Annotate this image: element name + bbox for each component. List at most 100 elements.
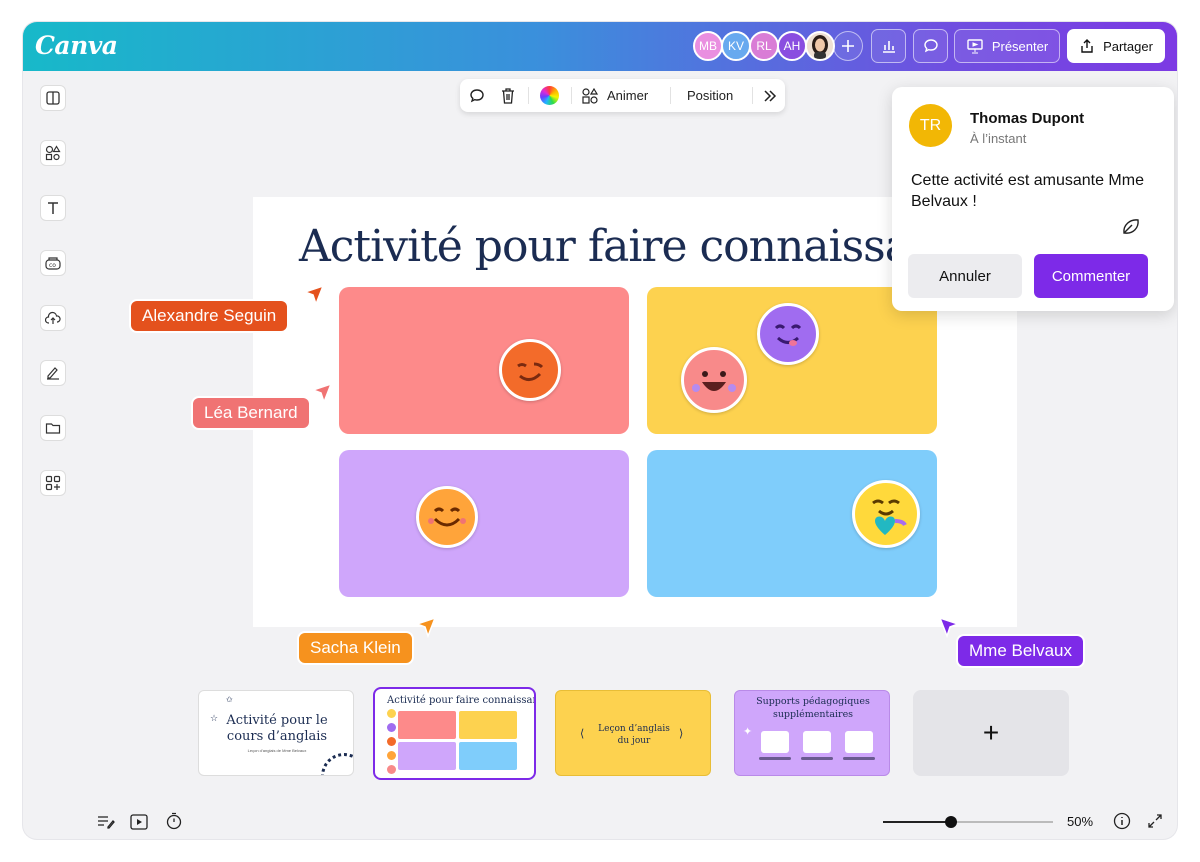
belvaux-cursor-icon [938,616,960,638]
share-icon [1081,39,1093,53]
info-icon[interactable] [1113,812,1131,830]
lea-cursor-icon [311,382,333,404]
present-icon [967,39,983,54]
bar-chart-icon [882,41,895,53]
text-lines [843,757,875,760]
mini-emoji [387,751,396,760]
color-picker-button[interactable] [540,79,559,112]
draw-icon[interactable] [40,360,66,386]
text-icon[interactable] [40,195,66,221]
wave-decoration [321,753,353,775]
person-photo-icon [807,33,833,59]
slide-title[interactable]: Activité pour faire connaissance [299,221,987,272]
winking-face-sticker[interactable] [499,339,561,401]
sparkle-decoration-icon: ✦ [743,726,753,738]
collaborator-avatar[interactable]: MB [693,31,723,61]
position-button[interactable]: Position [687,79,733,112]
thumbnail-subtitle: Leçon d’anglais de Mme Belvaux [247,748,307,753]
happy-face-sticker[interactable] [681,347,747,413]
page-thumbnail-4[interactable]: Supports pédagogiques supplémentaires ✦ [734,690,890,776]
add-collaborator-button[interactable] [833,31,863,61]
grinning-face-sticker[interactable] [416,486,478,548]
svg-text:co: co [49,262,56,269]
thumbnail-title: Leçon d’anglais du jour [598,724,670,746]
thumbnail-title: Activité pour le cours d’anglais [226,713,328,744]
share-button[interactable]: Partager [1067,29,1165,63]
comments-button[interactable] [913,29,948,63]
timer-icon[interactable] [165,812,183,830]
collaborator-avatar[interactable]: RL [749,31,779,61]
mini-card [398,711,456,739]
thumbnail-title: Activité pour faire connaissance [387,695,536,706]
elements-icon[interactable] [40,140,66,166]
card-blue[interactable] [647,450,937,597]
play-icon[interactable] [130,814,148,830]
top-bar: Canva MB KV RL AH Présenter Partager [23,22,1177,71]
chevron-double-right-icon [764,89,777,102]
present-button[interactable]: Présenter [954,29,1060,63]
fullscreen-icon[interactable] [1147,813,1163,829]
resource-tile [803,731,831,753]
notes-icon[interactable] [97,814,115,830]
text-lines [801,757,833,760]
cursor-label-alexandre: Alexandre Seguin [131,301,288,331]
heart-hug-sticker[interactable] [852,480,920,548]
brand-icon[interactable]: co [40,250,66,276]
delete-button[interactable] [500,79,516,112]
comment-popup: TR Thomas Dupont À l’instant Cette activ… [892,87,1174,311]
mini-emoji [387,737,396,746]
comment-timestamp: À l’instant [970,131,1027,146]
layout-icon[interactable] [40,85,66,111]
collaborator-avatar[interactable]: KV [721,31,751,61]
comment-icon [470,88,484,102]
plus-icon [842,40,854,52]
animate-button[interactable]: Animer [581,79,648,112]
page-thumbnail-2-selected[interactable]: Activité pour faire connaissance [373,687,536,780]
apps-icon[interactable] [40,470,66,496]
page-thumbnail-3[interactable]: Leçon d’anglais du jour ⟨ ⟩ [555,690,711,776]
collaborator-avatar[interactable]: AH [777,31,807,61]
sparkle-decoration-icon: ⟩ [679,728,684,740]
collaborator-photo-avatar[interactable] [805,31,835,61]
plus-icon: + [982,717,1000,748]
folder-icon[interactable] [40,415,66,441]
card-purple[interactable] [339,450,629,597]
present-label: Présenter [991,38,1049,54]
smiling-tongue-sticker[interactable] [757,303,819,365]
comment-tool-button[interactable] [468,79,486,112]
insights-button[interactable] [871,29,906,63]
alexandre-cursor-icon [303,284,325,306]
zoom-slider-handle[interactable] [945,816,957,828]
card-yellow[interactable] [647,287,937,434]
canva-logo[interactable]: Canva [35,31,118,60]
star-decoration-icon: ✩ [226,695,233,704]
more-options-button[interactable] [763,79,777,112]
emoji-reaction-icon[interactable] [1120,216,1142,238]
cursor-label-sacha: Sacha Klein [299,633,412,663]
position-label: Position [687,88,734,103]
mini-emoji [387,723,396,732]
sacha-cursor-icon [415,616,437,638]
app-window: Canva MB KV RL AH Présenter Partager co … [23,22,1177,839]
star-decoration-icon: ☆ [210,713,219,723]
mini-card [459,711,517,739]
zoom-slider[interactable] [883,816,1053,828]
add-page-button[interactable]: + [913,690,1069,776]
animate-label: Animer [607,88,649,103]
cursor-label-belvaux: Mme Belvaux [958,636,1083,666]
sparkle-decoration-icon: ⟨ [580,728,585,740]
zoom-level[interactable]: 50% [1067,814,1093,829]
page-thumbnail-1[interactable]: Activité pour le cours d’anglais Leçon d… [198,690,354,776]
resource-tile [761,731,789,753]
comment-author-avatar: TR [909,104,952,147]
resource-tile [845,731,873,753]
comment-text[interactable]: Cette activité est amusante Mme Belvaux … [911,170,1156,212]
comment-icon [923,39,938,53]
cancel-button[interactable]: Annuler [908,254,1022,298]
submit-comment-button[interactable]: Commenter [1034,254,1148,298]
thumbnail-title: Supports pédagogiques supplémentaires [756,696,870,720]
upload-icon[interactable] [40,305,66,331]
animate-icon [582,87,599,104]
card-pink[interactable] [339,287,629,434]
comment-author-name: Thomas Dupont [970,110,1085,127]
